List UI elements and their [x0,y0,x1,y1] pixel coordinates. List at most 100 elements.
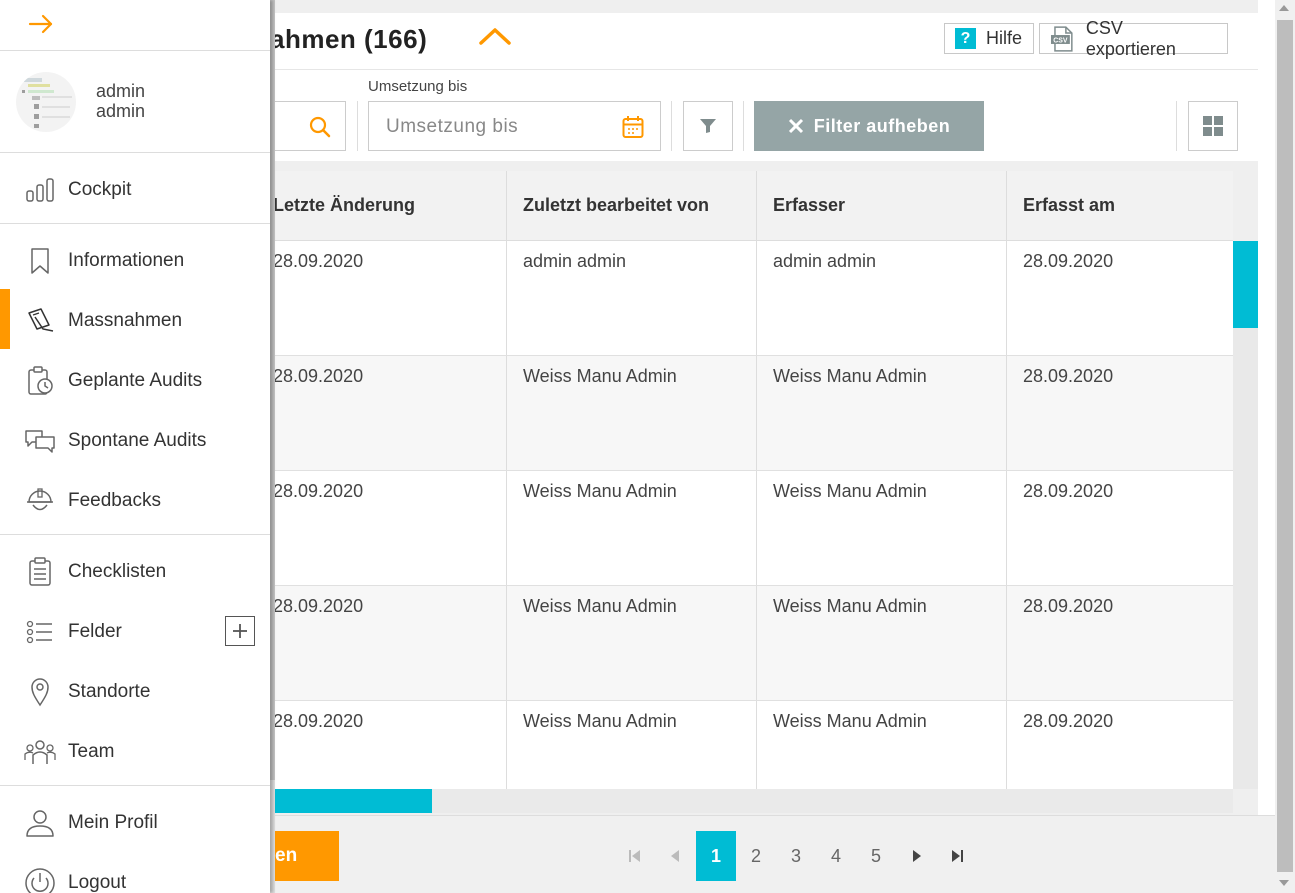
table-cell: Weiss Manu Admin [506,471,757,585]
close-icon [788,118,803,134]
sidebar-item-label: Geplante Audits [68,370,203,391]
sidebar-item-checklisten[interactable]: Checklisten [0,542,270,602]
umsetzung-bis-label: Umsetzung bis [368,78,468,95]
sidebar-item-spontane-audits[interactable]: Spontane Audits [0,411,270,471]
table-cell: Weiss Manu Admin [506,701,757,789]
sidebar-item-label: Informationen [68,250,185,271]
sidebar-item-label: Cockpit [68,179,132,200]
column-header[interactable]: Erfasser [756,171,1007,240]
divider [0,50,270,51]
table-cell: Weiss Manu Admin [756,701,1007,789]
scroll-down-arrow-icon[interactable] [1279,880,1289,886]
filter-button[interactable] [683,101,733,151]
sidebar-item-label: Feedbacks [68,490,161,511]
column-header[interactable]: Letzte Änderung [256,171,507,240]
table-cell: admin admin [506,241,757,355]
last-page-icon [952,850,963,862]
grid-view-button[interactable] [1188,101,1238,151]
window-scroll-thumb[interactable] [1277,20,1293,872]
table-cell: admin admin [756,241,1007,355]
table-cell: Weiss Manu Admin [756,471,1007,585]
sidebar-item-mein-profil[interactable]: Mein Profil [0,793,270,853]
edit-note-icon [24,305,56,337]
table-cell: 28.09.2020 [1006,471,1233,585]
divider [0,223,270,224]
plus-icon [233,624,247,638]
chat-bubbles-icon [24,425,56,457]
table-cell: 28.09.2020 [273,596,364,616]
last-page-button[interactable] [937,831,977,881]
page-2-button[interactable]: 2 [736,831,776,881]
sidebar-scroll-thumb[interactable] [270,0,275,780]
checklist-icon [24,556,56,588]
table-horizontal-scroll-thumb[interactable] [256,789,432,813]
scroll-up-arrow-icon[interactable] [1279,5,1289,11]
sidebar-item-cockpit[interactable]: Cockpit [0,160,270,220]
table-cell: Weiss Manu Admin [506,586,757,700]
location-pin-icon [24,676,56,708]
helmet-icon [24,485,56,517]
sidebar-item-team[interactable]: Team [0,722,270,782]
table-cell: Weiss Manu Admin [506,356,757,470]
user-last-name: admin [96,101,146,121]
search-icon[interactable] [309,116,331,138]
avatar[interactable] [16,72,76,132]
table-cell: 28.09.2020 [1006,241,1233,355]
sidebar-item-label: Mein Profil [68,812,158,833]
user-name: admin admin [96,81,145,121]
divider [0,152,270,153]
table-cell: 28.09.2020 [1006,586,1233,700]
csv-export-label: CSV exportieren [1085,17,1176,59]
arrow-right-icon[interactable] [28,13,54,35]
sidebar-item-label: Team [68,741,115,762]
first-page-button[interactable] [615,831,655,881]
sidebar-item-geplante-audits[interactable]: Geplante Audits [0,351,270,411]
previous-page-button[interactable] [655,831,695,881]
csv-file-icon: CSV [1050,25,1073,52]
divider [1176,101,1177,151]
first-page-icon [629,850,640,862]
page-5-button[interactable]: 5 [856,831,896,881]
help-button[interactable]: ? Hilfe [944,23,1034,54]
next-page-icon [913,850,921,862]
help-button-label: Hilfe [986,28,1023,48]
grid-icon [1203,116,1223,136]
clear-filter-button[interactable]: Filter aufheben [754,101,984,151]
divider [0,785,270,786]
content-right-edge [1258,0,1275,815]
sidebar-item-informationen[interactable]: Informationen [0,231,270,291]
bookmark-icon [24,245,56,277]
page-3-button[interactable]: 3 [776,831,816,881]
sidebar-item-label: Felder [68,621,122,642]
umsetzung-bis-date-input[interactable]: Umsetzung bis [368,101,661,151]
table-cell: 28.09.2020 [1006,701,1233,789]
sidebar-item-logout[interactable]: Logout [0,853,270,893]
column-header[interactable]: Erfasst am [1006,171,1233,240]
table-vertical-scroll-thumb[interactable] [1233,241,1258,328]
sidebar-item-label: Checklisten [68,561,167,582]
clipboard-clock-icon [24,365,56,397]
column-header[interactable]: Zuletzt bearbeitet von [506,171,757,240]
sidebar-item-massnahmen[interactable]: Massnahmen [0,291,270,351]
previous-page-icon [671,850,679,862]
page-4-button[interactable]: 4 [816,831,856,881]
sidebar-item-label: Massnahmen [68,310,183,331]
sidebar-item-standorte[interactable]: Standorte [0,662,270,722]
sidebar-item-feedbacks[interactable]: Feedbacks [0,471,270,531]
chevron-up-icon[interactable] [478,24,512,48]
table-cell: Weiss Manu Admin [756,586,1007,700]
next-page-button[interactable] [897,831,937,881]
table-cell: 28.09.2020 [273,251,364,271]
calendar-icon[interactable] [622,115,644,139]
list-icon [24,616,56,648]
add-field-button[interactable] [225,616,255,646]
search-input[interactable] [270,101,346,151]
page-1-button[interactable]: 1 [696,831,736,881]
csv-export-button[interactable]: CSV CSV exportieren [1039,18,1228,59]
user-icon [24,807,56,839]
sidebar-item-label: Logout [68,872,127,893]
sidebar-item-label: Spontane Audits [68,430,207,451]
sidebar-item-label: Standorte [68,681,151,702]
divider [357,101,358,151]
user-first-name: admin [96,81,146,101]
